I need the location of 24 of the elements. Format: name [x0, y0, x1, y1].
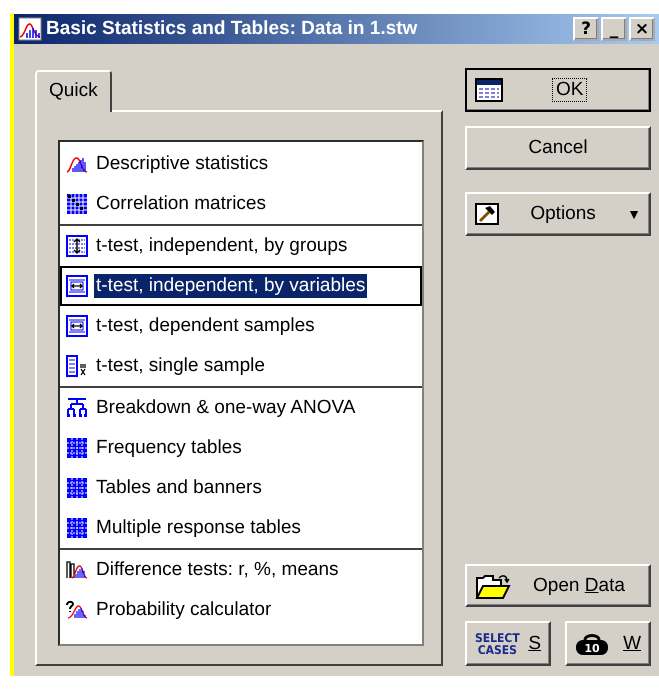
list-item[interactable]: Difference tests: r, %, means	[60, 550, 422, 590]
window-title: Basic Statistics and Tables: Data in 1.stw	[46, 18, 418, 40]
list-item[interactable]: Correlation matrices	[60, 184, 422, 224]
cancel-button[interactable]: Cancel	[465, 126, 651, 170]
list-item[interactable]: Frequency tables	[60, 428, 422, 468]
tab[interactable]: Quick	[35, 70, 112, 112]
select-cases-icon: SELECT CASES	[475, 632, 520, 656]
list-item[interactable]: Tables and banners	[60, 468, 422, 508]
list-item[interactable]: t-test, single sample	[60, 346, 422, 386]
list-item[interactable]: t-test, dependent samples	[60, 306, 422, 346]
list-item[interactable]: t-test, independent, by groups	[60, 226, 422, 266]
list-item[interactable]: t-test, independent, by variables	[60, 266, 422, 306]
window-control-button[interactable]: ?	[573, 17, 599, 41]
list-item[interactable]: Descriptive statistics	[60, 144, 422, 184]
ok-button[interactable]: OK	[465, 68, 651, 112]
window-control-button[interactable]: _	[601, 17, 627, 41]
weight-button[interactable]: 10 W	[565, 621, 651, 666]
window-control-button[interactable]: ×	[629, 17, 655, 41]
list-item[interactable]: Probability calculator	[60, 590, 422, 630]
open-data-button[interactable]: Open Data	[465, 564, 651, 607]
options-button[interactable]: Options ▼	[465, 192, 651, 236]
caret-icon: ▼	[627, 206, 641, 222]
list-item[interactable]: Breakdown & one-way ANOVA	[60, 388, 422, 428]
list-item[interactable]: Multiple response tables	[60, 508, 422, 548]
